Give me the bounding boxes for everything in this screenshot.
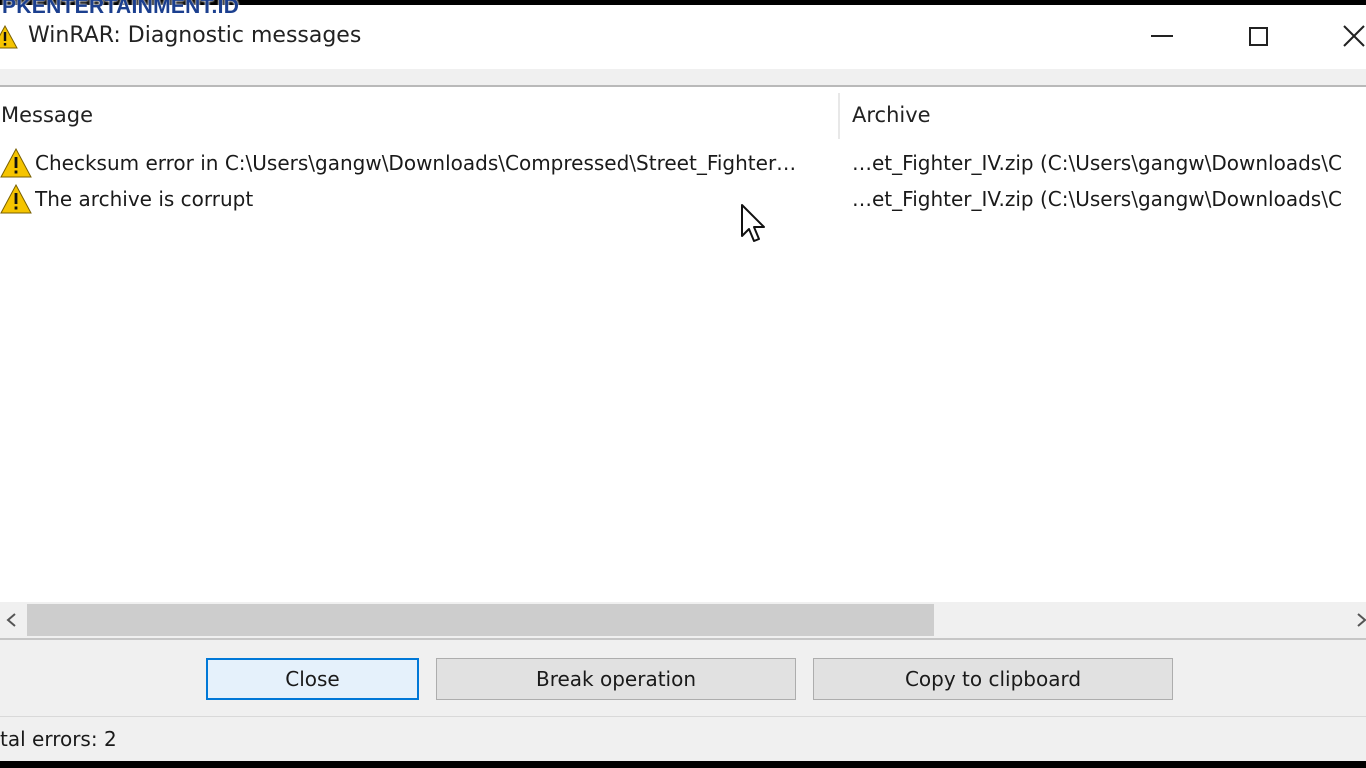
close-icon	[1343, 25, 1365, 47]
message-list[interactable]: Message Archive Checksum error in C:\Use…	[0, 87, 1366, 602]
maximize-button[interactable]	[1228, 13, 1288, 59]
list-item[interactable]: The archive is corrupt …et_Fighter_IV.zi…	[0, 181, 1366, 217]
button-bar: Close Break operation Copy to clipboard	[0, 640, 1366, 716]
column-separator[interactable]	[838, 93, 840, 139]
chevron-left-icon	[6, 613, 16, 627]
warning-icon	[0, 25, 18, 49]
header-strip	[0, 69, 1366, 87]
scroll-right-button[interactable]	[1356, 602, 1366, 638]
total-errors-label: tal errors: 2	[0, 727, 117, 751]
close-window-button[interactable]	[1324, 13, 1366, 59]
minimize-icon	[1151, 35, 1173, 37]
status-bar: tal errors: 2	[0, 716, 1366, 761]
watermark: PKENTERTAINMENT.ID	[2, 0, 240, 18]
horizontal-scrollbar[interactable]	[0, 602, 1366, 638]
chevron-right-icon	[1357, 613, 1366, 627]
scroll-left-button[interactable]	[0, 602, 22, 638]
maximize-icon	[1248, 26, 1268, 46]
scrollbar-thumb[interactable]	[27, 604, 934, 636]
break-operation-button[interactable]: Break operation	[436, 658, 796, 700]
column-header-archive[interactable]: Archive	[852, 91, 1366, 139]
column-header-message[interactable]: Message	[0, 91, 839, 139]
minimize-button[interactable]	[1132, 13, 1192, 59]
warning-icon	[0, 148, 32, 178]
diagnostic-window: WinRAR: Diagnostic messages Message Arch…	[0, 5, 1366, 761]
row-archive: …et_Fighter_IV.zip (C:\Users\gangw\Downl…	[852, 187, 1342, 211]
row-message: Checksum error in C:\Users\gangw\Downloa…	[35, 151, 797, 175]
screen: WinRAR: Diagnostic messages Message Arch…	[0, 0, 1366, 768]
mouse-cursor-icon	[741, 204, 765, 242]
close-button[interactable]: Close	[206, 658, 419, 700]
row-archive: …et_Fighter_IV.zip (C:\Users\gangw\Downl…	[852, 151, 1342, 175]
row-message: The archive is corrupt	[35, 187, 254, 211]
window-title: WinRAR: Diagnostic messages	[28, 23, 362, 48]
warning-icon	[0, 184, 32, 214]
list-item[interactable]: Checksum error in C:\Users\gangw\Downloa…	[0, 145, 1366, 181]
copy-to-clipboard-button[interactable]: Copy to clipboard	[813, 658, 1173, 700]
